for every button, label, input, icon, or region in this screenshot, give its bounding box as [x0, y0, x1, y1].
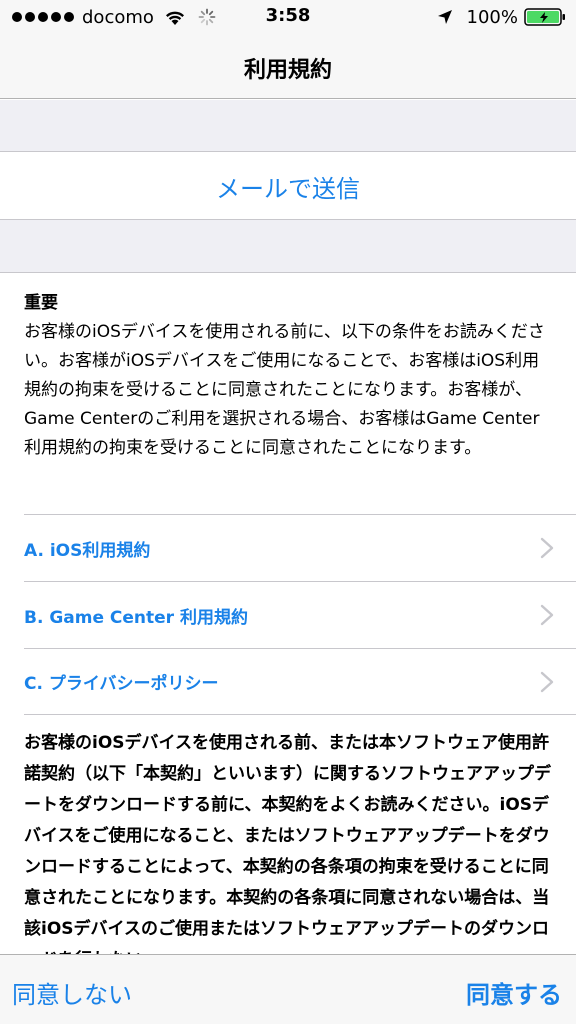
battery-percent: 100% — [466, 6, 518, 28]
link-ios-terms[interactable]: A. iOS利用規約 — [24, 514, 576, 581]
status-bar: docomo 3:58 100% — [0, 0, 576, 40]
page-title: 利用規約 — [243, 58, 332, 83]
link-privacy-policy[interactable]: C. プライバシーポリシー — [24, 648, 576, 715]
intro-paragraph: お客様のiOSデバイスを使用される前に、以下の条件をお読みください。お客様がiO… — [24, 322, 545, 458]
terms-content[interactable]: 重要 お客様のiOSデバイスを使用される前に、以下の条件をお読みください。お客様… — [0, 274, 576, 954]
link-game-center-terms[interactable]: B. Game Center 利用規約 — [24, 581, 576, 648]
agreement-paragraph: お客様のiOSデバイスを使用される前、または本ソフトウェア使用許諾契約（以下「本… — [24, 733, 551, 954]
chevron-right-icon — [540, 671, 554, 692]
location-arrow-icon — [437, 10, 452, 24]
navigation-bar: 利用規約 — [0, 40, 576, 99]
important-heading: 重要 — [24, 293, 58, 313]
battery-icon — [524, 8, 565, 26]
status-right: 100% — [437, 6, 566, 28]
send-by-mail-label: メールで送信 — [216, 174, 360, 203]
chevron-right-icon — [540, 604, 554, 626]
disagree-button[interactable]: 同意しない — [12, 975, 132, 1010]
link-privacy-policy-label: C. プライバシーポリシー — [24, 674, 219, 694]
send-by-mail-button[interactable]: メールで送信 — [0, 153, 576, 219]
link-game-center-terms-label: B. Game Center 利用規約 — [24, 607, 248, 628]
bottom-toolbar: 同意しない 同意する — [0, 954, 576, 1024]
link-ios-terms-label: A. iOS利用規約 — [24, 540, 151, 561]
section-spacer — [0, 219, 576, 273]
agree-button[interactable]: 同意する — [466, 975, 562, 1010]
section-spacer — [0, 100, 576, 152]
chevron-right-icon — [540, 537, 554, 559]
